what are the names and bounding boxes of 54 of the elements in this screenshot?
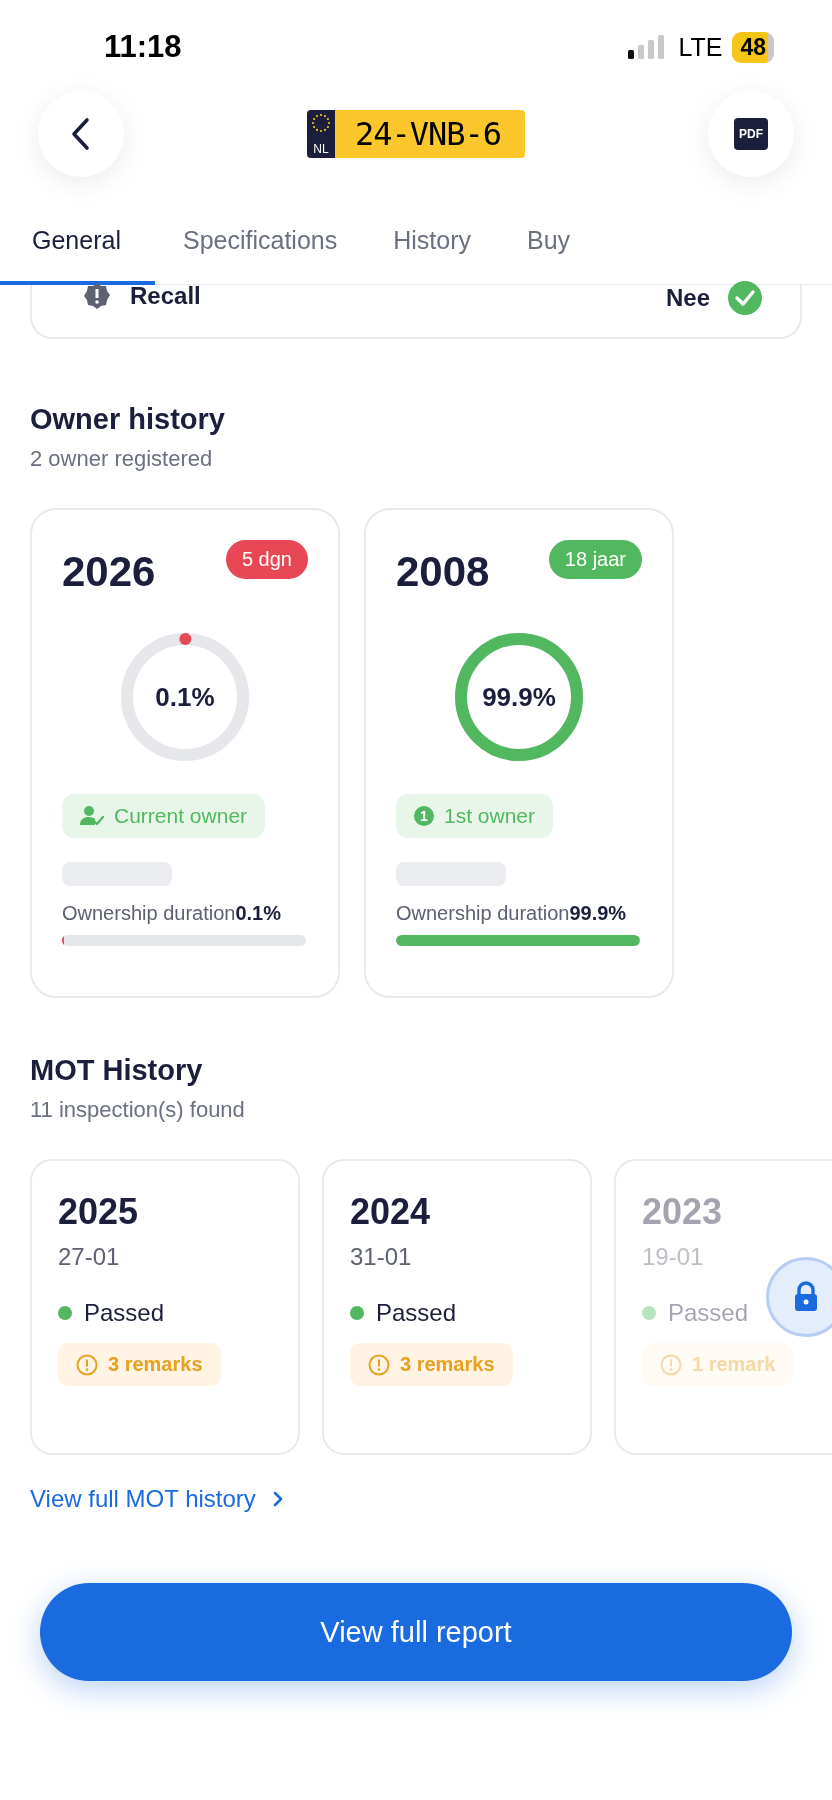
inspection-status: Passed <box>84 1299 165 1327</box>
plate-country: NL <box>313 142 329 156</box>
stars-icon <box>310 113 331 133</box>
inspection-year: 2024 <box>350 1191 431 1233</box>
section-title: Owner history <box>30 403 226 436</box>
section-subtitle: 2 owner registered <box>30 446 214 472</box>
inspection-date: 19-01 <box>642 1243 704 1271</box>
person-check-icon <box>80 805 104 827</box>
remarks-count: 1 remark <box>692 1353 776 1376</box>
owner-year: 2008 <box>396 548 490 596</box>
lock-button[interactable] <box>766 1257 832 1337</box>
alert-icon <box>76 1353 98 1376</box>
remarks-count: 3 remarks <box>400 1353 495 1376</box>
remarks-count: 3 remarks <box>108 1353 203 1376</box>
status-dot <box>642 1306 656 1320</box>
lock-icon <box>793 1281 819 1313</box>
alert-icon <box>660 1353 682 1376</box>
duration-label: Ownership duration <box>396 902 570 924</box>
battery-indicator: 48 <box>732 31 774 63</box>
inspection-year: 2025 <box>58 1191 139 1233</box>
status-dot <box>350 1306 364 1320</box>
owner-tag-label: 1st owner <box>444 804 536 828</box>
inspection-year: 2023 <box>642 1191 723 1233</box>
plate-number: 24-VNB-6 <box>353 114 503 155</box>
inspection-status: Passed <box>376 1299 457 1327</box>
pdf-button[interactable]: PDF <box>708 91 794 177</box>
status-dot <box>58 1306 72 1320</box>
inspection-date: 27-01 <box>58 1243 120 1271</box>
alert-icon <box>368 1353 390 1376</box>
duration-value: 99.9% <box>569 902 627 924</box>
inspection-date: 31-01 <box>350 1243 412 1271</box>
duration-badge: 18 jaar <box>548 540 642 579</box>
section-title: MOT History <box>30 1054 204 1087</box>
view-report-button[interactable]: View full report <box>40 1583 792 1681</box>
tab[interactable]: Specifications <box>154 226 366 285</box>
duration-badge: 5 dgn <box>225 540 308 579</box>
status-time: 11:18 <box>104 28 182 65</box>
owner-year: 2026 <box>62 548 156 596</box>
inspection-status: Passed <box>668 1299 749 1327</box>
recall-label: Recall <box>130 282 201 310</box>
tab[interactable]: History <box>365 226 499 285</box>
section-subtitle: 11 inspection(s) found <box>30 1097 246 1123</box>
tab[interactable]: Buy <box>499 226 599 285</box>
owner-tag-label: Current owner <box>114 804 248 828</box>
tab[interactable]: General <box>0 226 155 285</box>
duration-label: Ownership duration <box>62 902 236 924</box>
percent-value: 0.1% <box>155 681 215 713</box>
network-label: LTE <box>678 32 723 62</box>
number-icon: 1 <box>414 806 434 826</box>
percent-value: 99.9% <box>482 681 556 713</box>
warning-badge-icon <box>82 281 112 311</box>
recall-value: Nee <box>665 284 710 312</box>
mot-history-link[interactable]: View full MOT history <box>30 1485 286 1513</box>
duration-value: 0.1% <box>235 902 282 924</box>
